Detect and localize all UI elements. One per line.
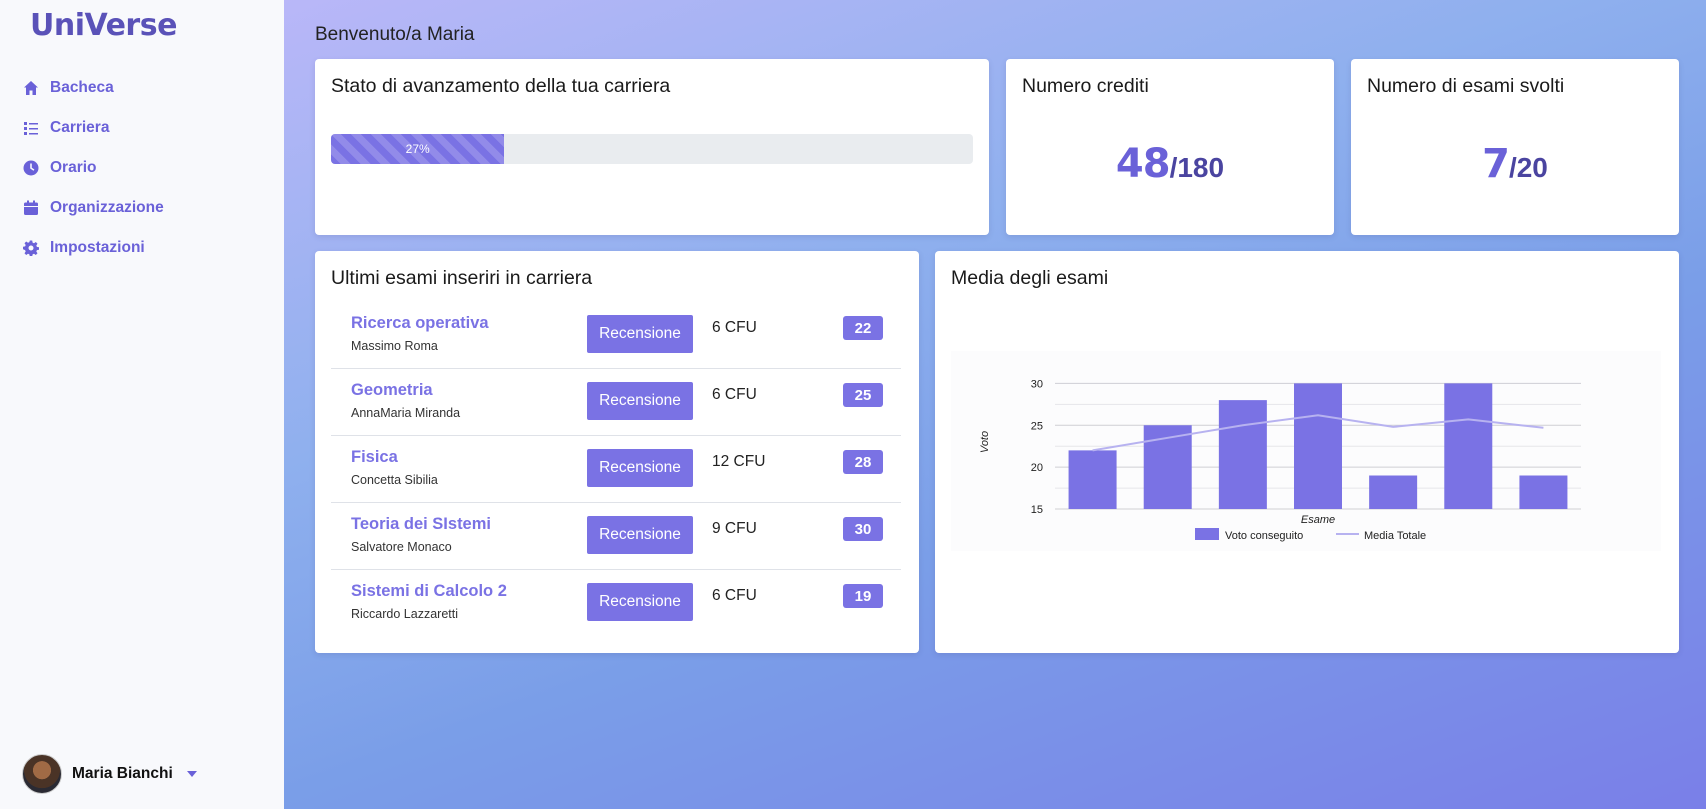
sidebar-item-carriera[interactable]: Carriera [22, 108, 164, 148]
exam-name[interactable]: Ricerca operativa [351, 314, 489, 333]
progress-bar-fill: 27% [331, 134, 505, 164]
chart-bar [1444, 383, 1493, 509]
exam-name[interactable]: Fisica [351, 448, 398, 467]
gear-icon [22, 239, 40, 257]
home-icon [22, 79, 40, 97]
list-item: Fisica Concetta Sibilia Recensione 12 CFU 28 [331, 436, 901, 503]
exam-cfu: 12 CFU [712, 453, 766, 470]
sidebar: UniVerse Bacheca Carriera Orario Organiz… [0, 0, 284, 809]
exam-average-chart: 15 20 25 30 Esame Voto Voto conseguito Media To… [979, 378, 1581, 542]
y-tick-label: 25 [1031, 420, 1043, 432]
grade-badge: 30 [843, 517, 883, 541]
y-axis-label: Voto [979, 431, 991, 453]
grade-badge: 25 [843, 383, 883, 407]
recent-exams-card: Ultimi esami inseriri in carriera Ricerc… [315, 251, 919, 653]
credits-stat: 48/180 [1006, 141, 1334, 187]
exam-name[interactable]: Sistemi di Calcolo 2 [351, 582, 507, 601]
main-content: Benvenuto/a Maria Stato di avanzamento d… [284, 0, 1706, 809]
chart-bar [1294, 383, 1342, 509]
legend-label: Media Totale [1364, 530, 1426, 542]
sidebar-item-impostazioni[interactable]: Impostazioni [22, 228, 164, 268]
sidebar-item-label: Carriera [50, 119, 110, 136]
sidebar-item-label: Impostazioni [50, 239, 145, 256]
sidebar-item-bacheca[interactable]: Bacheca [22, 68, 164, 108]
exams-count-card: Numero di esami svolti 7/20 [1351, 59, 1679, 235]
legend-swatch-bar [1195, 528, 1219, 540]
list-item: Ricerca operativa Massimo Roma Recensione 6… [331, 302, 901, 369]
page-title: Benvenuto/a Maria [315, 24, 475, 45]
exam-name[interactable]: Teoria dei SIstemi [351, 515, 491, 534]
chart-bar [1519, 475, 1568, 509]
review-button[interactable]: Recensione [587, 583, 693, 621]
review-button[interactable]: Recensione [587, 382, 693, 420]
chart-bar [1068, 450, 1117, 509]
exam-cfu: 6 CFU [712, 386, 757, 403]
review-button[interactable]: Recensione [587, 315, 693, 353]
chart-bar [1218, 400, 1267, 509]
sidebar-nav: Bacheca Carriera Orario Organizzazione I… [22, 68, 164, 268]
exam-professor: Concetta Sibilia [351, 473, 438, 487]
exam-cfu: 6 CFU [712, 319, 757, 336]
card-title: Ultimi esami inseriri in carriera [331, 267, 593, 289]
list-item: Teoria dei SIstemi Salvatore Monaco Recens… [331, 503, 901, 570]
exams-stat: 7/20 [1351, 141, 1679, 187]
exam-professor: Massimo Roma [351, 339, 438, 353]
sidebar-item-label: Orario [50, 159, 97, 176]
avatar[interactable] [22, 754, 62, 794]
y-tick-label: 30 [1031, 378, 1043, 390]
credits-card: Numero crediti 48/180 [1006, 59, 1334, 235]
list-icon [22, 119, 40, 137]
calendar-icon [22, 199, 40, 217]
grade-badge: 22 [843, 316, 883, 340]
card-title: Numero di esami svolti [1367, 75, 1565, 97]
chart-card: Media degli esami 15 20 25 30 Esame Voto Voto … [935, 251, 1679, 653]
progress-card: Stato di avanzamento della tua carriera … [315, 59, 989, 235]
chart-bar [1369, 475, 1418, 509]
chart-area: 15 20 25 30 Esame Voto Voto conseguito Media To… [951, 351, 1661, 551]
sidebar-item-organizzazione[interactable]: Organizzazione [22, 188, 164, 228]
credits-total: /180 [1169, 152, 1225, 183]
chevron-down-icon[interactable] [186, 771, 197, 777]
y-tick-label: 15 [1031, 504, 1043, 516]
app-logo[interactable]: UniVerse [30, 8, 177, 43]
sidebar-item-orario[interactable]: Orario [22, 148, 164, 188]
exam-cfu: 9 CFU [712, 520, 757, 537]
career-progress: 27% [331, 134, 973, 164]
review-button[interactable]: Recensione [587, 449, 693, 487]
review-button[interactable]: Recensione [587, 516, 693, 554]
exam-name[interactable]: Geometria [351, 381, 433, 400]
list-item: Geometria AnnaMaria Miranda Recensione 6 CF… [331, 369, 901, 436]
user-name: Maria Bianchi [72, 765, 173, 782]
card-title: Media degli esami [951, 267, 1109, 289]
sidebar-item-label: Bacheca [50, 79, 114, 96]
clock-icon [22, 159, 40, 177]
x-axis-label: Esame [1301, 514, 1335, 526]
card-title: Stato di avanzamento della tua carriera [331, 75, 671, 97]
credits-value: 48 [1115, 141, 1171, 187]
exam-professor: AnnaMaria Miranda [351, 406, 461, 420]
exam-professor: Salvatore Monaco [351, 540, 452, 554]
sidebar-item-label: Organizzazione [50, 199, 164, 216]
list-item: Sistemi di Calcolo 2 Riccardo Lazzaretti R… [331, 570, 901, 637]
user-menu[interactable]: Maria Bianchi [22, 754, 197, 794]
exams-total: /20 [1508, 152, 1548, 183]
card-title: Numero crediti [1022, 75, 1149, 97]
exam-professor: Riccardo Lazzaretti [351, 607, 458, 621]
exam-cfu: 6 CFU [712, 587, 757, 604]
grade-badge: 19 [843, 584, 883, 608]
exams-value: 7 [1482, 141, 1510, 187]
legend-label: Voto conseguito [1225, 530, 1303, 542]
y-tick-label: 20 [1031, 462, 1043, 474]
grade-badge: 28 [843, 450, 883, 474]
